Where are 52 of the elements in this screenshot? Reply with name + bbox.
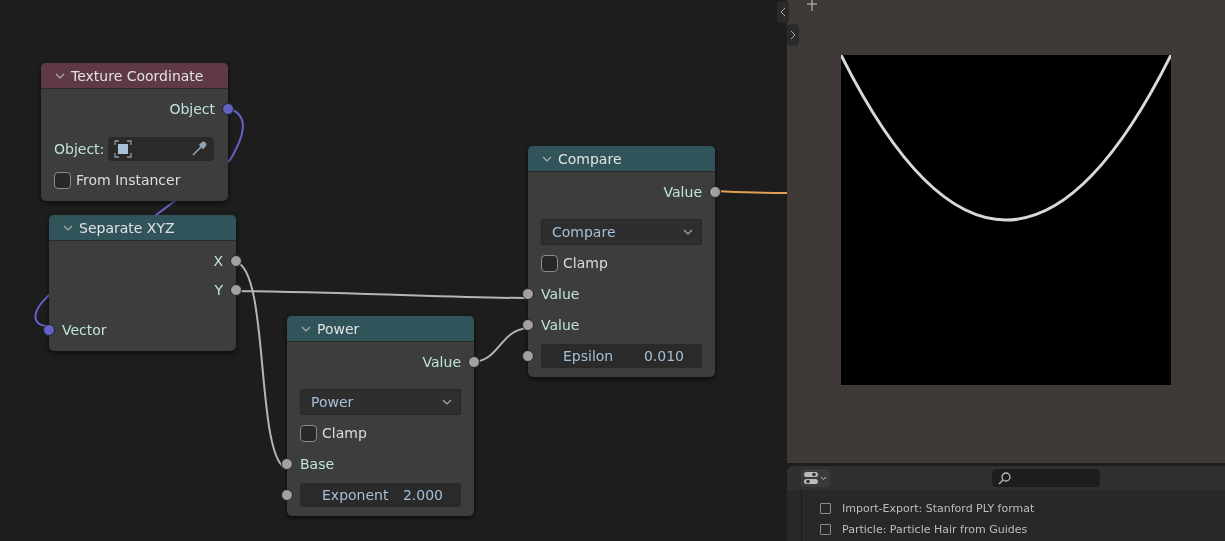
socket-label: Object bbox=[169, 101, 215, 117]
collapse-arrow-icon[interactable] bbox=[777, 1, 789, 23]
move-icon[interactable] bbox=[806, 0, 818, 12]
checkbox[interactable] bbox=[820, 524, 831, 535]
field-label: Object: bbox=[54, 141, 105, 157]
socket-label: Value bbox=[541, 286, 580, 302]
dropdown[interactable]: Power bbox=[300, 389, 461, 415]
node-title: Power bbox=[317, 320, 360, 337]
collapse-icon[interactable] bbox=[55, 72, 65, 79]
socket-label: Y bbox=[214, 282, 223, 298]
socket[interactable] bbox=[281, 458, 293, 470]
addon-label: Particle: Particle Hair from Guides bbox=[842, 523, 1028, 536]
toggles-icon bbox=[804, 471, 818, 485]
caret-icon bbox=[820, 475, 827, 481]
object-icon bbox=[114, 140, 133, 158]
node-title: Compare bbox=[558, 150, 622, 167]
eyedropper-icon[interactable] bbox=[190, 140, 208, 158]
object-field[interactable] bbox=[108, 137, 214, 161]
socket-label: Value bbox=[422, 354, 461, 370]
socket-label: X bbox=[213, 253, 223, 269]
node-title: Texture Coordinate bbox=[71, 67, 204, 84]
checkbox-label: Clamp bbox=[563, 255, 608, 271]
node-header[interactable]: Power bbox=[287, 316, 474, 342]
node-title: Separate XYZ bbox=[79, 219, 175, 236]
number-field[interactable]: Exponent 2.000 bbox=[300, 483, 461, 507]
search-field[interactable] bbox=[992, 469, 1100, 487]
socket[interactable] bbox=[281, 489, 293, 501]
editor-type-button[interactable] bbox=[801, 469, 830, 487]
collapse-icon[interactable] bbox=[63, 224, 73, 231]
number-field[interactable]: Epsilon 0.010 bbox=[541, 344, 702, 368]
dropdown[interactable]: Compare bbox=[541, 219, 702, 245]
addon-label: Import-Export: Stanford PLY format bbox=[842, 502, 1035, 515]
expand-arrow-icon[interactable] bbox=[787, 24, 799, 46]
caret-icon bbox=[442, 399, 452, 405]
caret-icon bbox=[683, 229, 693, 235]
node-header[interactable]: Separate XYZ bbox=[49, 215, 236, 241]
checkbox[interactable] bbox=[820, 503, 831, 514]
search-icon bbox=[998, 471, 1011, 485]
socket-label: Base bbox=[300, 456, 335, 472]
collapse-icon[interactable] bbox=[301, 325, 311, 332]
node-header[interactable]: Texture Coordinate bbox=[41, 63, 228, 89]
socket-label: Value bbox=[663, 184, 702, 200]
socket-label: Value bbox=[541, 317, 580, 333]
checkbox-label: Clamp bbox=[322, 425, 367, 441]
socket[interactable] bbox=[522, 319, 534, 331]
collapse-icon[interactable] bbox=[542, 155, 552, 162]
socket-label: Vector bbox=[62, 322, 107, 338]
checkbox-label: From Instancer bbox=[76, 172, 181, 188]
node-header[interactable]: Compare bbox=[528, 146, 715, 172]
socket[interactable] bbox=[43, 324, 55, 336]
socket[interactable] bbox=[522, 350, 534, 362]
socket[interactable] bbox=[522, 288, 534, 300]
